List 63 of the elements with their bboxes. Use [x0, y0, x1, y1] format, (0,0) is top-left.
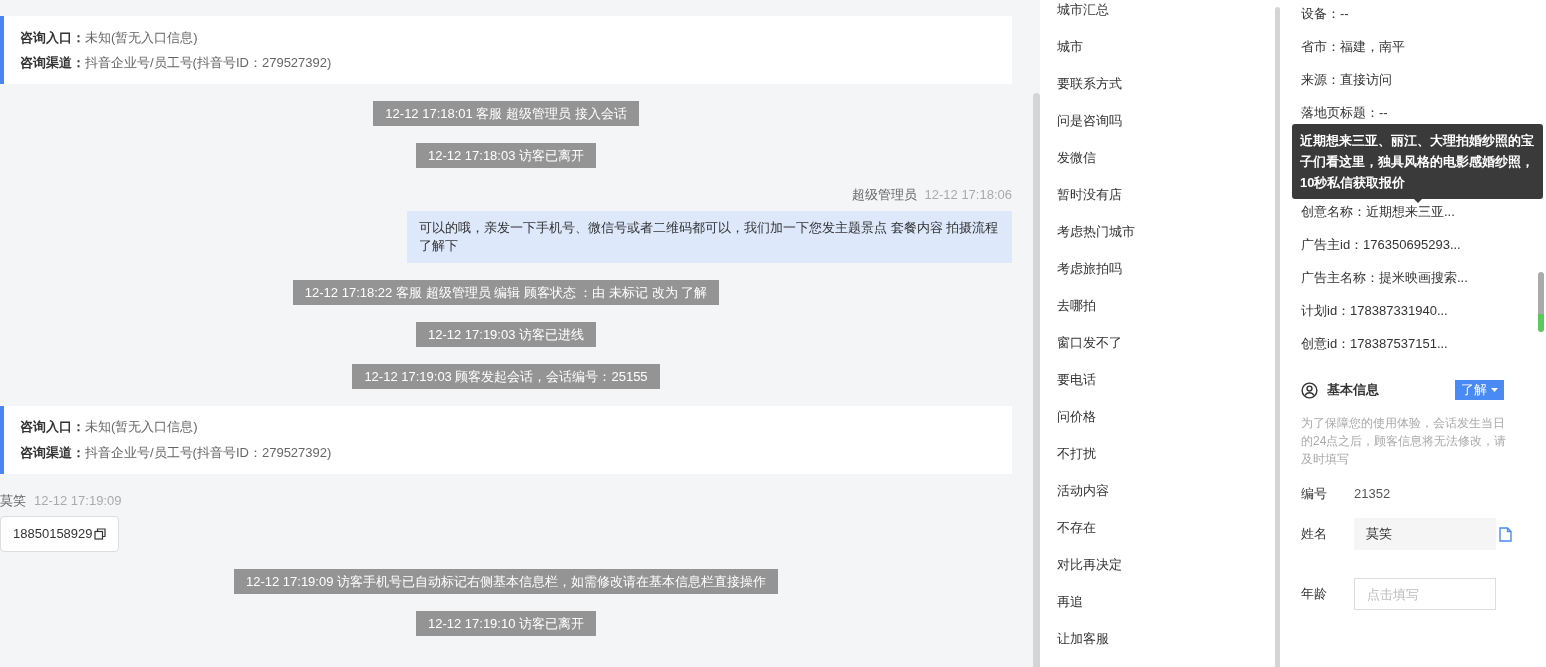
message-time: 12-12 17:19:09 — [34, 491, 122, 510]
entry-label: 咨询入口： — [20, 418, 85, 436]
system-message: 12-12 17:19:03 顾客发起会话，会话编号：25155 — [352, 363, 660, 389]
info-row-text: 广告主名称：提米映画搜索... — [1301, 269, 1469, 287]
info-row-text: 省市：福建，南平 — [1301, 38, 1406, 56]
info-row-text: 创意名称：近期想来三亚... — [1301, 203, 1456, 221]
system-message: 12-12 17:18:01 客服 超级管理员 接入会话 — [373, 101, 639, 126]
sender-name: 超级管理员 — [851, 186, 917, 204]
sender-name: 莫笑 — [0, 491, 26, 510]
copy-icon[interactable] — [93, 528, 106, 540]
entry-label: 咨询入口： — [20, 28, 85, 47]
scrollbar[interactable] — [1538, 272, 1544, 332]
info-row-text: 来源：直接访问 — [1301, 71, 1393, 89]
age-field[interactable]: 点击填写 — [1354, 578, 1496, 610]
notice-text: 为了保障您的使用体验，会话发生当日的24点之后，顾客信息将无法修改，请及时填写 — [1301, 415, 1508, 468]
system-message: 12-12 17:19:09 访客手机号已自动标记右侧基本信息栏，如需修改请在基本信息栏直接操作 — [233, 569, 779, 594]
channel-value: 抖音企业号/员工号(抖音号ID：279527392) — [85, 54, 332, 72]
message-bubble: 18850158929 — [0, 516, 119, 552]
tag-list-item[interactable]: 活动内容 — [1057, 482, 1275, 500]
message-time: 12-12 17:18:06 — [924, 186, 1012, 204]
channel-label: 咨询渠道： — [20, 54, 85, 72]
info-row-text: 设备：-- — [1301, 5, 1350, 23]
name-field[interactable]: 莫笑 — [1354, 518, 1496, 550]
entry-value: 未知(暂无入口信息) — [85, 418, 198, 436]
tag-list-item[interactable]: 考虑热门城市 — [1057, 223, 1275, 241]
tag-list-item[interactable]: 暂时没有店 — [1057, 186, 1275, 204]
system-message: 12-12 17:18:03 访客已离开 — [415, 143, 597, 168]
tag-list-item[interactable]: 考虑旅拍吗 — [1057, 260, 1275, 278]
info-row-text: 广告主id：176350695293... — [1301, 236, 1462, 254]
system-message: 12-12 17:19:10 访客已离开 — [415, 611, 597, 636]
system-message: 12-12 17:18:22 客服 超级管理员 编辑 顾客状态 ：由 未标记 改为 了解 — [292, 279, 720, 305]
channel-value: 抖音企业号/员工号(抖音号ID：279527392) — [85, 443, 332, 462]
section-title: 基本信息 — [1327, 381, 1379, 400]
field-label: 编号 — [1301, 485, 1328, 504]
info-row-text: 计划id：178387331940... — [1301, 302, 1449, 320]
tag-list-item[interactable]: 去哪拍 — [1057, 297, 1275, 315]
tag-list-item[interactable]: 对比再决定 — [1057, 556, 1275, 574]
info-row-text: 创意id：178387537151... — [1301, 335, 1449, 353]
tag-list-item[interactable]: 窗口发不了 — [1057, 334, 1275, 352]
info-row-text: 落地页标题：-- — [1301, 104, 1389, 122]
caret-icon — [1491, 388, 1498, 392]
tag-list-item[interactable]: 要电话 — [1057, 371, 1275, 389]
system-message: 12-12 17:19:03 访客已进线 — [415, 321, 597, 347]
message-bubble: 可以的哦，亲发一下手机号、微信号或者二维码都可以，我们加一下您发主题景点 套餐内容 拍摄流程了解下 — [407, 210, 1012, 263]
user-icon — [1301, 381, 1318, 399]
scrollbar[interactable] — [1275, 7, 1280, 667]
channel-label: 咨询渠道： — [20, 443, 85, 462]
scrollbar[interactable] — [1033, 93, 1040, 667]
tag-list-item[interactable]: 问是咨询吗 — [1057, 112, 1275, 130]
tag-list-item[interactable]: 要联系方式 — [1057, 75, 1275, 93]
field-label: 姓名 — [1301, 525, 1328, 544]
tag-list-item[interactable]: 不打扰 — [1057, 445, 1275, 463]
tag-list-item[interactable]: 不存在 — [1057, 519, 1275, 537]
tag-list-item[interactable]: 发微信 — [1057, 149, 1275, 167]
entry-value: 未知(暂无入口信息) — [85, 28, 198, 47]
tag-list-item[interactable]: 让加客服 — [1057, 630, 1275, 648]
document-icon[interactable] — [1499, 526, 1512, 542]
tag-list-item[interactable]: 再追 — [1057, 593, 1275, 611]
field-value: 21352 — [1354, 485, 1391, 504]
tag-list-item[interactable]: 城市 — [1057, 38, 1275, 56]
tag-list-item[interactable]: 城市汇总 — [1057, 1, 1275, 19]
field-label: 年龄 — [1301, 585, 1328, 604]
tag-list-item[interactable]: 问价格 — [1057, 408, 1275, 426]
